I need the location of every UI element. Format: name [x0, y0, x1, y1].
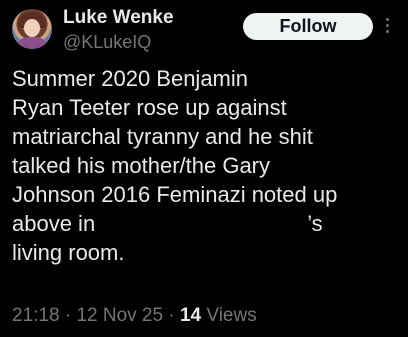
- avatar[interactable]: [12, 9, 52, 49]
- meta-separator: ·: [64, 305, 72, 326]
- avatar-shirt: [16, 37, 48, 49]
- author-handle[interactable]: @KLukeIQ: [63, 31, 151, 53]
- more-vertical-icon[interactable]: [384, 18, 390, 36]
- tweet-text-fragment: ’s: [307, 211, 323, 236]
- tweet-time[interactable]: 21:18: [12, 305, 60, 326]
- author-name[interactable]: Luke Wenke: [63, 6, 174, 30]
- tweet-text-line: Ryan Teeter rose up against: [12, 95, 287, 120]
- views-count: 14: [179, 305, 202, 326]
- tweet-text: Summer 2020 Benjamin Ryan Teeter rose up…: [12, 64, 402, 267]
- meta-separator: ·: [168, 305, 175, 326]
- avatar-face: [24, 19, 40, 37]
- tweet-text-line: Johnson 2016 Feminazi noted up: [12, 182, 338, 207]
- tweet-text-line-with-gap: above in ’s: [12, 209, 402, 238]
- follow-button[interactable]: Follow: [243, 13, 373, 40]
- tweet-meta: 21:18 · 12 Nov 25 · 14 Views: [12, 303, 257, 329]
- tweet: Luke Wenke @KLukeIQ Follow Summer 2020 B…: [0, 0, 408, 337]
- tweet-text-line: matriarchal tyranny and he shit: [12, 124, 313, 149]
- tweet-text-line: living room.: [12, 240, 125, 265]
- tweet-text-line: talked his mother/the Gary: [12, 153, 271, 178]
- views-label: Views: [206, 305, 257, 326]
- tweet-text-fragment: above in: [12, 211, 96, 236]
- tweet-date[interactable]: 12 Nov 25: [76, 305, 163, 326]
- tweet-text-line: Summer 2020 Benjamin: [12, 66, 249, 91]
